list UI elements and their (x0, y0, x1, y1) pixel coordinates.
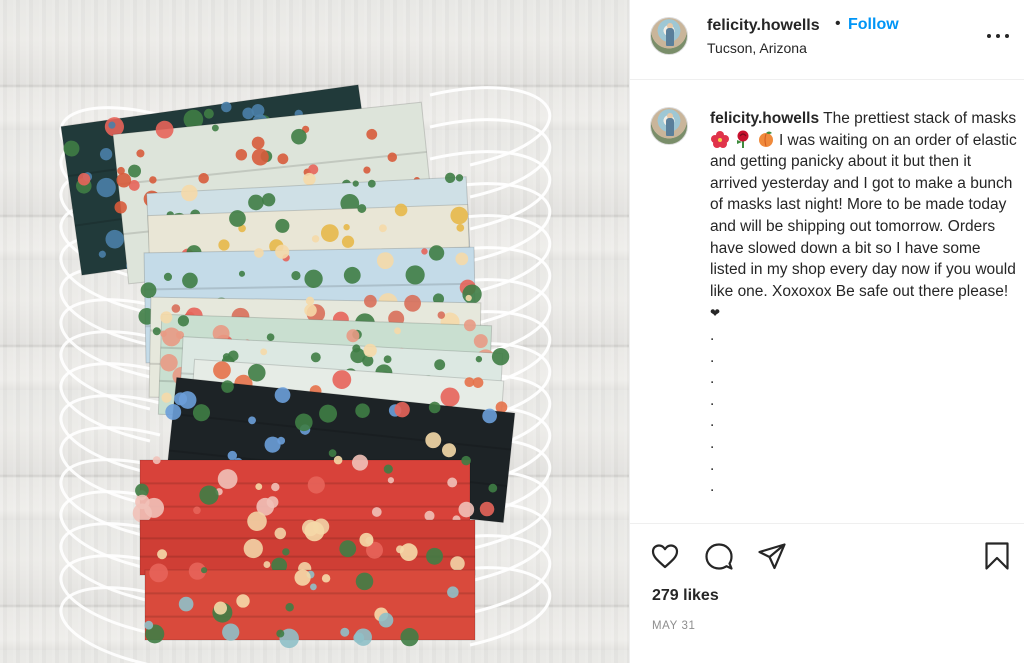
fabric-mask (132, 454, 475, 531)
post-date[interactable]: MAY 31 (652, 620, 695, 632)
caption-text: felicity.howells The prettiest stack of … (710, 108, 1018, 498)
action-bar (630, 525, 1024, 585)
caption-username[interactable]: felicity.howells (710, 110, 819, 127)
caption-dot: . (710, 326, 715, 344)
location-link[interactable]: Tucson, Arizona (707, 40, 807, 56)
bookmark-icon[interactable] (982, 541, 1012, 571)
hibiscus-emoji-icon (711, 130, 729, 148)
caption-dot: . (710, 370, 715, 388)
post-header: felicity.howells • Follow Tucson, Arizon… (630, 0, 1024, 80)
avatar[interactable] (650, 17, 688, 55)
caption-body: I was waiting on an order of elastic and… (710, 131, 1017, 300)
heart-emoji-icon: ❤ (710, 306, 721, 321)
fabric-mask (144, 562, 476, 649)
heart-icon[interactable] (650, 541, 680, 571)
follow-button[interactable]: Follow (848, 16, 899, 34)
caption-dot: . (710, 478, 715, 496)
caption-dot: . (710, 456, 715, 474)
post-sidebar: felicity.howells • Follow Tucson, Arizon… (629, 0, 1024, 663)
comment-icon[interactable] (704, 541, 734, 571)
masks-illustration (59, 84, 552, 663)
post-photo[interactable] (0, 0, 629, 663)
header-username[interactable]: felicity.howells (707, 17, 820, 35)
caption-avatar[interactable] (650, 107, 688, 145)
caption-dot: . (710, 413, 715, 431)
rose-emoji-icon (737, 130, 749, 148)
caption-dot: . (710, 434, 715, 452)
more-options-icon[interactable] (986, 24, 1010, 48)
caption-dot: . (710, 348, 715, 366)
likes-count[interactable]: 279 likes (652, 587, 719, 605)
caption-dot: . (710, 391, 715, 409)
header-separator: • (835, 15, 841, 32)
share-icon[interactable] (757, 541, 787, 571)
caption-dots: ........ (710, 325, 1018, 498)
peach-emoji-icon (758, 131, 773, 147)
caption-body-start: The prettiest stack of masks (823, 110, 1017, 127)
caption-section: felicity.howells The prettiest stack of … (630, 81, 1024, 524)
